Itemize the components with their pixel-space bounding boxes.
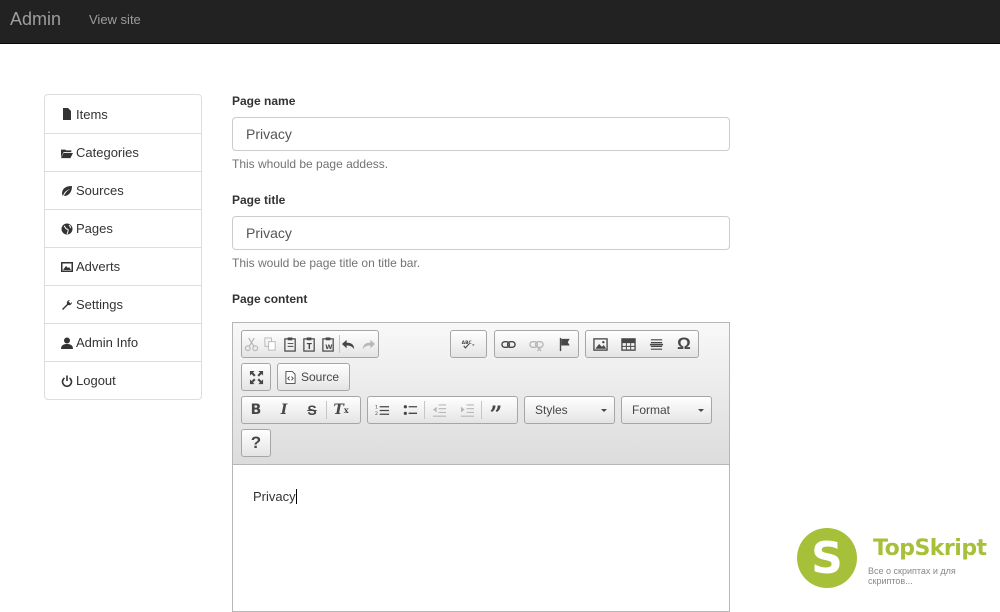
- spellcheck-icon[interactable]: ABC: [451, 331, 486, 357]
- help-icon[interactable]: ?: [242, 430, 270, 456]
- spellcheck-group: ABC: [450, 330, 487, 358]
- outdent-icon[interactable]: [425, 397, 453, 423]
- topskript-watermark-subtitle: Все о скриптах и для скриптов...: [868, 566, 956, 586]
- help-group: ?: [241, 429, 271, 457]
- page-name-input[interactable]: [232, 117, 730, 151]
- svg-text:1: 1: [375, 404, 378, 410]
- power-icon: [60, 374, 74, 388]
- leaf-icon: [60, 184, 74, 198]
- styles-dropdown[interactable]: Styles: [524, 396, 615, 424]
- top-navbar: Admin View site: [0, 0, 1000, 44]
- format-label: Format: [632, 403, 671, 417]
- chevron-down-icon: [601, 409, 607, 412]
- sidebar-item-label: Categories: [76, 145, 139, 160]
- rich-text-editor: T W ABC Ω Source B I S T x 1 2 ” Styles …: [232, 322, 730, 612]
- source-label: Source: [301, 370, 340, 384]
- file-icon: [60, 107, 74, 121]
- page-name-label: Page name: [232, 94, 296, 108]
- sidebar-item-settings[interactable]: Settings: [45, 285, 201, 323]
- user-icon: [60, 336, 74, 350]
- paste-icon[interactable]: [281, 331, 300, 357]
- bulleted-list-icon[interactable]: [396, 397, 424, 423]
- sidebar-item-label: Sources: [76, 183, 124, 198]
- topskript-logo-letter: S: [811, 532, 843, 584]
- picture-icon: [60, 260, 74, 274]
- styles-label: Styles: [535, 403, 568, 417]
- redo-icon[interactable]: [359, 331, 378, 357]
- sidebar-item-label: Logout: [76, 373, 116, 388]
- paste-word-icon[interactable]: W: [319, 331, 338, 357]
- sidebar-item-pages[interactable]: Pages: [45, 209, 201, 247]
- folder-open-icon: [60, 146, 74, 160]
- numbered-list-icon[interactable]: 12: [368, 397, 396, 423]
- topskript-watermark-title: TopSkript: [873, 536, 987, 561]
- list-group: 12 ”: [367, 396, 518, 428]
- remove-format-icon[interactable]: Tx: [327, 397, 355, 423]
- special-char-icon[interactable]: Ω: [670, 331, 698, 357]
- page-title-label: Page title: [232, 193, 286, 207]
- sidebar-item-label: Pages: [76, 221, 113, 236]
- topskript-logo-icon: S: [797, 528, 857, 588]
- clipboard-group: T W: [241, 330, 379, 358]
- sidebar-item-logout[interactable]: Logout: [45, 361, 201, 399]
- view-site-link[interactable]: View site: [89, 12, 141, 27]
- italic-icon[interactable]: I: [270, 397, 298, 423]
- editor-content-text: Privacy: [253, 489, 296, 504]
- sidebar-item-categories[interactable]: Categories: [45, 133, 201, 171]
- maximize-group: [241, 363, 271, 391]
- link-icon[interactable]: [495, 331, 523, 357]
- sidebar-item-items[interactable]: Items: [45, 95, 201, 133]
- basic-styles-group: B I S Tx: [241, 396, 361, 424]
- page-title-help: This would be page title on title bar.: [232, 256, 421, 270]
- indent-icon[interactable]: [453, 397, 481, 423]
- anchor-flag-icon[interactable]: [550, 331, 578, 357]
- page-form: Page name This whould be page addess. Pa…: [232, 94, 730, 309]
- undo-icon[interactable]: [339, 331, 358, 357]
- table-icon[interactable]: [614, 331, 642, 357]
- strikethrough-icon[interactable]: S: [298, 397, 326, 423]
- svg-text:2: 2: [375, 411, 378, 417]
- svg-text:T: T: [307, 342, 313, 351]
- svg-text:W: W: [326, 343, 334, 351]
- chevron-down-icon: [698, 409, 704, 412]
- sidebar-item-label: Adverts: [76, 259, 121, 274]
- horizontal-line-icon[interactable]: [642, 331, 670, 357]
- sidebar-item-sources[interactable]: Sources: [45, 171, 201, 209]
- insert-group: Ω: [585, 330, 699, 358]
- format-dropdown[interactable]: Format: [621, 396, 712, 424]
- sidebar-item-adverts[interactable]: Adverts: [45, 247, 201, 285]
- page-content-label: Page content: [232, 292, 308, 306]
- blockquote-icon[interactable]: ”: [482, 397, 510, 428]
- globe-icon: [60, 222, 74, 236]
- source-icon: [285, 370, 296, 384]
- paste-text-icon[interactable]: T: [300, 331, 319, 357]
- sidebar-menu: Items Categories Sources Pages Adverts S…: [44, 94, 202, 400]
- cut-icon[interactable]: [242, 331, 261, 357]
- image-icon[interactable]: [586, 331, 614, 357]
- wrench-icon: [60, 298, 74, 312]
- page-title-input[interactable]: [232, 216, 730, 250]
- bold-icon[interactable]: B: [242, 397, 270, 423]
- svg-text:ABC: ABC: [462, 339, 472, 345]
- page-name-help: This whould be page addess.: [232, 157, 389, 171]
- sidebar-item-label: Items: [76, 106, 108, 122]
- text-caret: [295, 489, 297, 504]
- editor-content-area[interactable]: Privacy: [253, 489, 297, 504]
- editor-toolbar: T W ABC Ω Source B I S T x 1 2 ” Styles …: [233, 323, 729, 465]
- brand-link[interactable]: Admin: [10, 9, 61, 30]
- link-group: [494, 330, 579, 358]
- maximize-icon[interactable]: [242, 364, 270, 390]
- copy-icon[interactable]: [261, 331, 280, 357]
- source-button[interactable]: Source: [277, 363, 350, 391]
- unlink-icon[interactable]: [523, 331, 551, 357]
- sidebar-item-admin-info[interactable]: Admin Info: [45, 323, 201, 361]
- sidebar-item-label: Admin Info: [76, 335, 139, 350]
- sidebar-item-label: Settings: [76, 297, 123, 312]
